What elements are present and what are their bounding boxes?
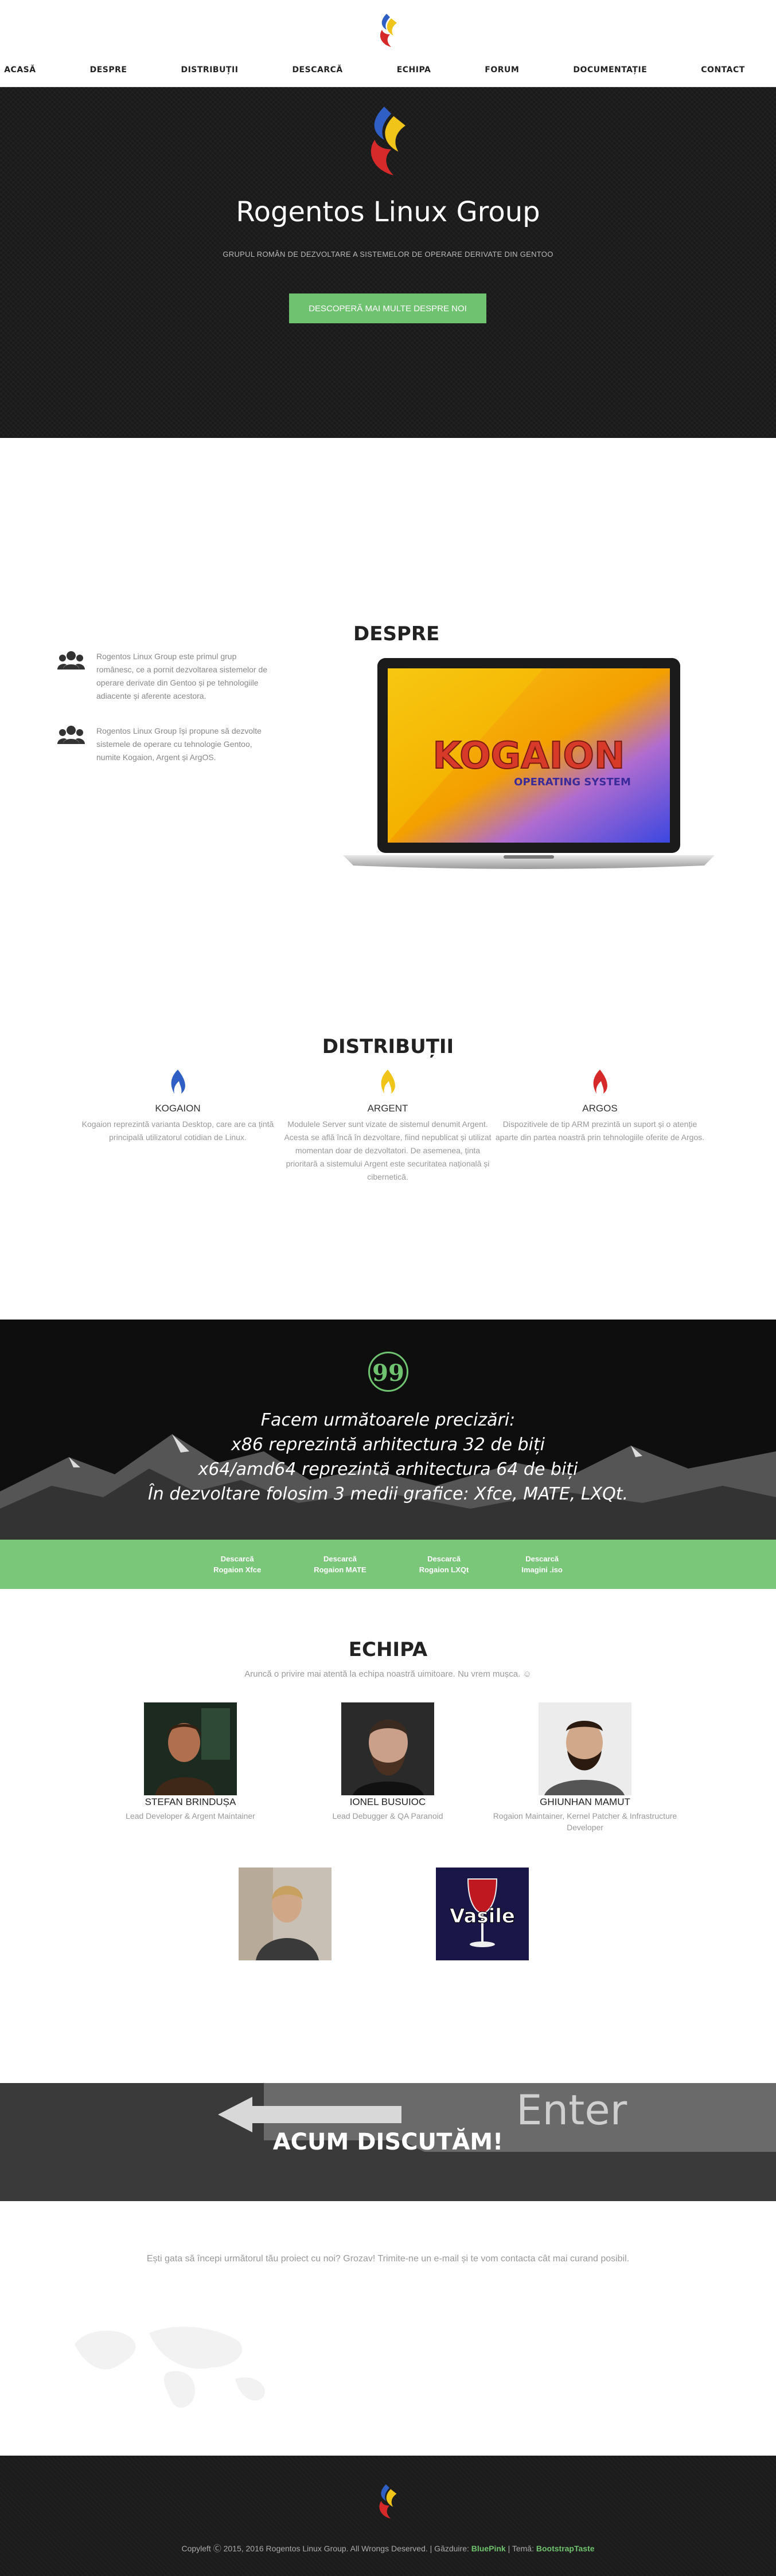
- enter-key-text: Enter: [516, 2086, 627, 2134]
- member-role: Rogaion Maintainer, Kernel Patcher & Inf…: [493, 1811, 677, 1832]
- copyright: Copyleft Ⓒ 2015, 2016 Rogentos Linux Gro…: [0, 2543, 776, 2554]
- rogentos-logo-icon[interactable]: [373, 2483, 403, 2520]
- member-photo-text: Vasile: [450, 1905, 515, 1928]
- users-icon: [57, 651, 85, 670]
- echipa-subtitle: Aruncă o privire mai atentă la echipa no…: [244, 1669, 532, 1679]
- laptop-screen-subtitle: OPERATING SYSTEM: [514, 776, 631, 788]
- download-xfce-link[interactable]: Descarcă Rogaion Xfce: [213, 1553, 261, 1575]
- member-photo: [539, 1702, 631, 1795]
- download-label: Descarcă: [427, 1555, 461, 1563]
- distro-argent[interactable]: ARGENT Modulele Server sunt vizate de si…: [279, 1068, 497, 1184]
- download-target: Rogaion MATE: [314, 1565, 366, 1574]
- hero-section: Rogentos Linux Group GRUPUL ROMÂN DE DEZ…: [0, 87, 776, 438]
- nav-item-contact[interactable]: CONTACT: [701, 65, 745, 75]
- users-icon: [57, 726, 85, 744]
- team-member: Vasile: [385, 1868, 580, 1963]
- download-label: Descarcă: [323, 1555, 357, 1563]
- nav-item-acasa[interactable]: ACASĂ: [4, 65, 36, 75]
- quote-section: 99 Facem următoarele precizări: x86 repr…: [0, 1320, 776, 1540]
- nav-item-descarca[interactable]: DESCARCĂ: [292, 65, 342, 75]
- discutam-title: ACUM DISCUTĂM!: [272, 2129, 504, 2155]
- distributii-title: DISTRIBUȚII: [322, 1035, 454, 1058]
- downloads-bar: Descarcă Rogaion Xfce Descarcă Rogaion MAT…: [0, 1540, 776, 1589]
- hero-tagline: GRUPUL ROMÂN DE DEZVOLTARE A SISTEMELOR …: [223, 250, 553, 259]
- host-link[interactable]: BluePink: [471, 2544, 506, 2553]
- copyright-separator: | Temă:: [508, 2544, 534, 2553]
- laptop-screen-title: KOGAION: [433, 735, 625, 777]
- member-name: STEFAN BRINDUȘA: [145, 1796, 236, 1807]
- download-target: Imagini .iso: [521, 1565, 563, 1574]
- distro-description: Dispozitivele de tip ARM prezintă un sup…: [495, 1119, 705, 1142]
- nav-item-echipa[interactable]: ECHIPA: [397, 65, 431, 75]
- theme-link[interactable]: BootstrapTaste: [536, 2544, 595, 2553]
- copyright-text: Copyleft Ⓒ 2015, 2016 Rogentos Linux Gro…: [181, 2544, 469, 2553]
- member-photo: [341, 1702, 434, 1795]
- distro-name: ARGENT: [367, 1103, 408, 1114]
- discover-more-button[interactable]: DESCOPERĂ MAI MULTE DESPRE NOI: [289, 293, 486, 323]
- quote-line: x64/amd64 reprezintă arhitectura 64 de b…: [198, 1459, 578, 1479]
- team-member: [188, 1868, 383, 1963]
- nav-item-documentatie[interactable]: DOCUMENTAȚIE: [573, 65, 647, 75]
- distro-argos[interactable]: ARGOS Dispozitivele de tip ARM prezintă …: [491, 1068, 709, 1144]
- quote-icon: 99: [368, 1352, 408, 1392]
- team-member: STEFAN BRINDUȘA Lead Developer & Argent …: [93, 1702, 288, 1822]
- quote-line: În dezvoltare folosim 3 medii grafice: X…: [147, 1484, 629, 1504]
- member-photo: Vasile: [436, 1868, 529, 1960]
- download-mate-link[interactable]: Descarcă Rogaion MATE: [314, 1553, 366, 1575]
- download-lxqt-link[interactable]: Descarcă Rogaion LXQt: [419, 1553, 469, 1575]
- download-iso-link[interactable]: Descarcă Imagini .iso: [521, 1553, 563, 1575]
- flame-icon: [171, 1070, 185, 1094]
- feature-item: Rogentos Linux Group își propune să dezv…: [57, 725, 275, 764]
- member-photo: [144, 1702, 237, 1795]
- nav-item-despre[interactable]: DESPRE: [90, 65, 127, 75]
- site-footer: Copyleft Ⓒ 2015, 2016 Rogentos Linux Gro…: [0, 2456, 776, 2576]
- rogentos-logo-icon: [371, 107, 405, 175]
- distro-name: KOGAION: [155, 1103, 201, 1114]
- feature-item: Rogentos Linux Group este primul grup ro…: [57, 650, 275, 703]
- site-header: ACASĂ DESPRE DISTRIBUȚII DESCARCĂ ECHIPA…: [0, 0, 776, 87]
- download-label: Descarcă: [525, 1555, 559, 1563]
- quote-text: Facem următoarele precizări: x86 reprezi…: [0, 1408, 776, 1506]
- contact-text: Ești gata să începi următorul tău proiec…: [146, 2254, 630, 2264]
- nav-item-forum[interactable]: FORUM: [485, 65, 519, 75]
- distro-description: Kogaion reprezintă varianta Desktop, car…: [81, 1119, 274, 1142]
- download-target: Rogaion LXQt: [419, 1565, 469, 1574]
- flame-icon: [593, 1070, 607, 1094]
- laptop-image: KOGAION OPERATING SYSTEM: [343, 658, 715, 869]
- member-photo: [239, 1868, 332, 1960]
- quote-line: Facem următoarele precizări:: [260, 1410, 516, 1430]
- quote-mark: 99: [372, 1360, 404, 1387]
- nav-item-distributii[interactable]: DISTRIBUȚII: [181, 65, 238, 75]
- quote-line: x86 reprezintă arhitectura 32 de biți: [231, 1435, 545, 1455]
- team-member: IONEL BUSUIOC Lead Debugger & QA Paranoi…: [290, 1702, 485, 1822]
- flame-icon: [381, 1070, 395, 1094]
- member-role: Lead Debugger & QA Paranoid: [332, 1811, 443, 1821]
- hero-title: Rogentos Linux Group: [236, 196, 540, 228]
- distro-description: Modulele Server sunt vizate de sistemul …: [284, 1119, 492, 1181]
- team-member: GHIUNHAN MAMUT Rogaion Maintainer, Kerne…: [488, 1702, 683, 1833]
- rogentos-logo-icon[interactable]: [374, 13, 403, 48]
- echipa-title: ECHIPA: [348, 1638, 428, 1661]
- member-name: GHIUNHAN MAMUT: [540, 1796, 630, 1807]
- world-map-background: [75, 2327, 265, 2408]
- download-target: Rogaion Xfce: [213, 1565, 262, 1574]
- distro-kogaion[interactable]: KOGAION Kogaion reprezintă varianta Desk…: [69, 1068, 287, 1144]
- member-name: IONEL BUSUIOC: [349, 1796, 426, 1807]
- download-label: Descarcă: [220, 1555, 254, 1563]
- feature-text: Rogentos Linux Group își propune să dezv…: [96, 726, 262, 762]
- discutam-banner: Enter ACUM DISCUTĂM!: [0, 2083, 776, 2201]
- main-nav: ACASĂ DESPRE DISTRIBUȚII DESCARCĂ ECHIPA…: [0, 65, 776, 75]
- despre-title: DESPRE: [353, 623, 440, 645]
- feature-text: Rogentos Linux Group este primul grup ro…: [96, 652, 268, 700]
- member-role: Lead Developer & Argent Maintainer: [126, 1811, 255, 1821]
- distro-name: ARGOS: [582, 1103, 618, 1114]
